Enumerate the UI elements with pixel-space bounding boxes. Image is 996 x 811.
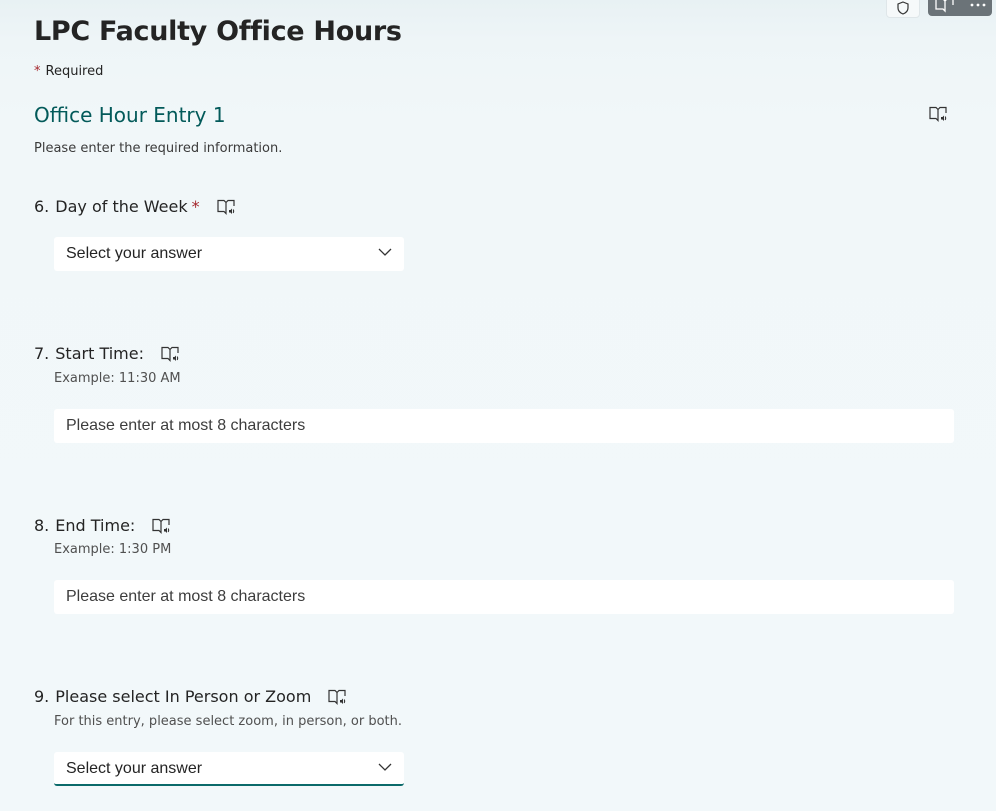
question-label: Please select In Person or Zoom <box>55 687 312 706</box>
end-time-input[interactable]: Please enter at most 8 characters <box>54 580 954 614</box>
required-star: * <box>34 64 41 79</box>
question-9-title: 9. Please select In Person or Zoom <box>34 687 347 706</box>
question-hint: For this entry, please select zoom, in p… <box>54 714 402 729</box>
toolbar-group <box>928 0 992 16</box>
question-label: Day of the Week <box>55 197 188 216</box>
question-label: Start Time: <box>55 344 144 363</box>
dropdown-value: Select your answer <box>66 760 203 777</box>
question-number: 6. <box>34 197 50 216</box>
section-title: Office Hour Entry 1 <box>34 103 226 127</box>
required-note: * Required <box>34 64 103 79</box>
day-of-week-dropdown[interactable]: Select your answer <box>54 237 404 271</box>
immersive-reader-icon[interactable] <box>161 346 180 363</box>
immersive-reader-icon[interactable] <box>328 689 347 706</box>
start-time-input[interactable]: Please enter at most 8 characters <box>54 409 954 443</box>
immersive-reader-icon[interactable] <box>152 518 171 535</box>
chevron-down-icon <box>378 248 392 256</box>
shield-button[interactable] <box>886 0 920 18</box>
question-hint: Example: 11:30 AM <box>54 371 181 386</box>
input-placeholder: Please enter at most 8 characters <box>66 588 306 605</box>
required-label: Required <box>45 64 104 79</box>
form-title: LPC Faculty Office Hours <box>34 16 402 47</box>
question-7-title: 7. Start Time: <box>34 344 180 363</box>
question-label: End Time: <box>55 516 136 535</box>
required-star: * <box>191 197 200 216</box>
more-icon[interactable] <box>970 2 986 8</box>
section-description: Please enter the required information. <box>34 141 283 156</box>
question-number: 8. <box>34 516 50 535</box>
question-number: 7. <box>34 344 50 363</box>
in-person-or-zoom-dropdown[interactable]: Select your answer <box>54 752 404 786</box>
input-placeholder: Please enter at most 8 characters <box>66 417 306 434</box>
dropdown-value: Select your answer <box>66 245 203 262</box>
chevron-down-icon <box>378 763 392 771</box>
question-8-title: 8. End Time: <box>34 516 171 535</box>
immersive-reader-icon[interactable] <box>935 0 955 13</box>
shield-icon <box>897 1 909 15</box>
immersive-reader-icon[interactable] <box>217 199 236 216</box>
question-hint: Example: 1:30 PM <box>54 542 172 557</box>
question-6-title: 6. Day of the Week * <box>34 197 236 216</box>
question-number: 9. <box>34 687 50 706</box>
immersive-reader-icon[interactable] <box>929 106 948 123</box>
